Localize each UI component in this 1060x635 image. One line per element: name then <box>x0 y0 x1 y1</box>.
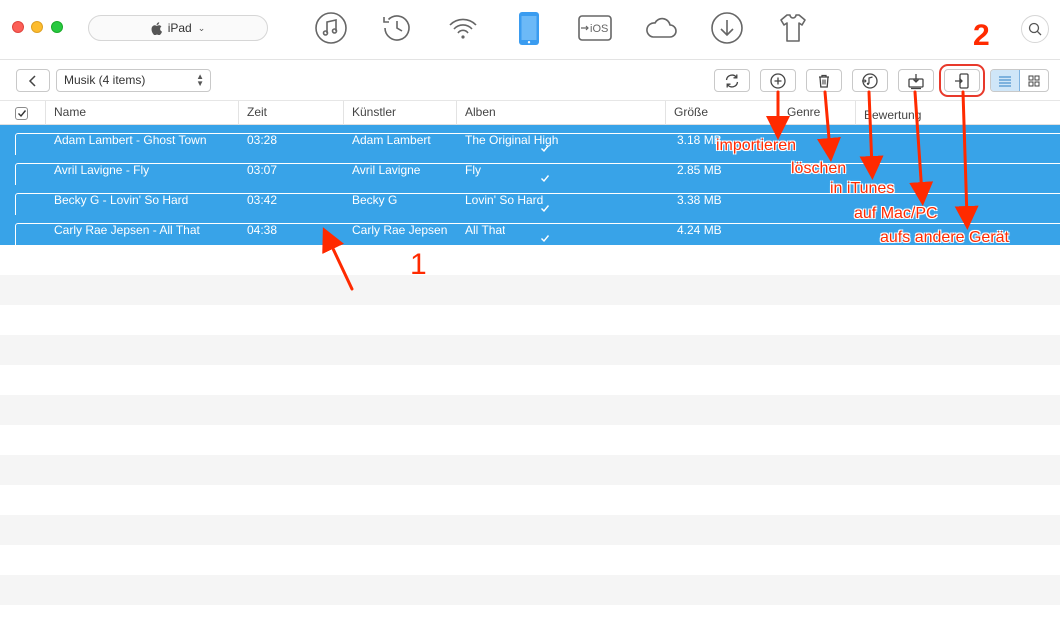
empty-row <box>0 425 1060 455</box>
cell-name: Avril Lavigne - Fly <box>54 163 150 177</box>
device-name: iPad <box>167 21 192 35</box>
cell-size: 3.38 MB <box>677 193 722 207</box>
to-device-button[interactable] <box>939 64 985 97</box>
empty-row <box>0 485 1060 515</box>
view-toggle <box>990 69 1049 92</box>
close-window-button[interactable] <box>12 21 24 33</box>
cell-size: 2.85 MB <box>677 163 722 177</box>
empty-row <box>0 545 1060 575</box>
empty-row <box>0 455 1060 485</box>
list-view-button[interactable] <box>991 70 1020 91</box>
annotation-delete: löschen <box>791 160 847 177</box>
to-computer-button[interactable] <box>898 69 934 92</box>
annotation-import: importieren <box>716 137 797 154</box>
cloud-icon[interactable] <box>643 10 679 46</box>
title-bar: iPad ⌄ iOS <box>0 0 1060 60</box>
column-header-rating[interactable]: Bewertung <box>855 101 1060 125</box>
search-button[interactable] <box>1021 15 1049 43</box>
updown-chevron-icon: ▲ ▼ <box>196 72 204 88</box>
import-button[interactable] <box>760 69 796 92</box>
empty-row <box>0 575 1060 605</box>
itunes-icon <box>862 72 878 89</box>
grid-icon <box>1028 75 1040 86</box>
cell-name: Adam Lambert - Ghost Town <box>54 133 207 147</box>
apple-icon <box>151 21 162 35</box>
column-header-genre[interactable]: Genre <box>778 101 855 125</box>
cell-time: 03:07 <box>247 163 278 177</box>
history-icon[interactable] <box>379 10 415 46</box>
column-header-size[interactable]: Größe <box>665 101 778 125</box>
annotation-itunes: in iTunes <box>830 180 895 197</box>
table-header: Name Zeit Künstler Alben Größe Genre Bew… <box>0 100 1060 125</box>
song-table: Adam Lambert - Ghost Town 03:28 Adam Lam… <box>0 125 1060 635</box>
empty-row <box>0 395 1060 425</box>
device-icon[interactable] <box>511 10 547 46</box>
table-row[interactable]: Adam Lambert - Ghost Town 03:28 Adam Lam… <box>0 125 1060 163</box>
empty-row <box>0 335 1060 365</box>
to-computer-icon <box>908 73 924 89</box>
search-icon <box>1028 22 1042 36</box>
add-icon <box>770 72 786 89</box>
cell-album: Fly <box>465 163 481 177</box>
table-row[interactable]: Avril Lavigne - Fly 03:07 Avril Lavigne … <box>0 155 1060 193</box>
download-icon[interactable] <box>709 10 745 46</box>
trash-icon <box>819 74 829 88</box>
device-selector[interactable]: iPad ⌄ <box>88 15 268 41</box>
wifi-sync-icon[interactable] <box>445 10 481 46</box>
cell-time: 03:42 <box>247 193 278 207</box>
checkmark-icon <box>541 174 550 182</box>
toolbar: Musik (4 items) ▲ ▼ <box>0 61 1060 99</box>
to-ios-label: iOS <box>590 23 608 35</box>
cell-artist: Becky G <box>352 193 398 207</box>
category-select[interactable]: Musik (4 items) ▲ ▼ <box>56 69 211 92</box>
refresh-icon <box>725 73 739 88</box>
cell-album: Lovin' So Hard <box>465 193 544 207</box>
to-device-icon <box>955 72 969 89</box>
cell-size: 3.18 MB <box>677 133 722 147</box>
back-button[interactable] <box>16 69 50 92</box>
cell-artist: Adam Lambert <box>352 133 431 147</box>
cell-name: Becky G - Lovin' So Hard <box>54 193 189 207</box>
cell-artist: Avril Lavigne <box>352 163 421 177</box>
chevron-down-icon: ⌄ <box>197 22 206 33</box>
cell-artist: Carly Rae Jepsen <box>352 223 448 237</box>
empty-row <box>0 605 1060 635</box>
maximize-window-button[interactable] <box>51 21 63 33</box>
annotation-other-device: aufs andere Gerät <box>880 229 1009 246</box>
to-ios-icon[interactable]: iOS <box>577 10 613 46</box>
app-window: iPad ⌄ iOS Musik (4 items) ▲ ▼ Name Zeit… <box>0 0 1060 635</box>
cell-time: 04:38 <box>247 223 278 237</box>
cell-time: 03:28 <box>247 133 278 147</box>
annotation-step2: 2 <box>973 19 990 52</box>
chevron-left-icon <box>28 74 36 87</box>
minimize-window-button[interactable] <box>31 21 43 33</box>
cell-album: All That <box>465 223 506 237</box>
empty-row <box>0 305 1060 335</box>
column-header-album[interactable]: Alben <box>456 101 665 125</box>
empty-row <box>0 365 1060 395</box>
shirt-icon[interactable] <box>775 10 811 46</box>
empty-row <box>0 245 1060 275</box>
grid-view-button[interactable] <box>1020 70 1048 91</box>
list-icon <box>999 75 1011 87</box>
to-itunes-button[interactable] <box>852 69 888 92</box>
column-header-time[interactable]: Zeit <box>238 101 343 125</box>
cell-size: 4.24 MB <box>677 223 722 237</box>
annotation-mac-pc: auf Mac/PC <box>854 205 938 222</box>
column-header-name[interactable]: Name <box>45 101 238 125</box>
empty-row <box>0 275 1060 305</box>
delete-button[interactable] <box>806 69 842 92</box>
empty-row <box>0 515 1060 545</box>
checkmark-icon <box>541 234 550 242</box>
cell-name: Carly Rae Jepsen - All That <box>54 223 200 237</box>
annotation-step1: 1 <box>410 248 427 281</box>
category-value: Musik (4 items) <box>64 73 146 87</box>
column-header-artist[interactable]: Künstler <box>343 101 456 125</box>
refresh-button[interactable] <box>714 69 750 92</box>
select-all-checkbox[interactable] <box>15 107 28 120</box>
checkmark-icon <box>17 110 26 118</box>
cell-album: The Original High <box>465 133 559 147</box>
music-icon[interactable] <box>313 10 349 46</box>
